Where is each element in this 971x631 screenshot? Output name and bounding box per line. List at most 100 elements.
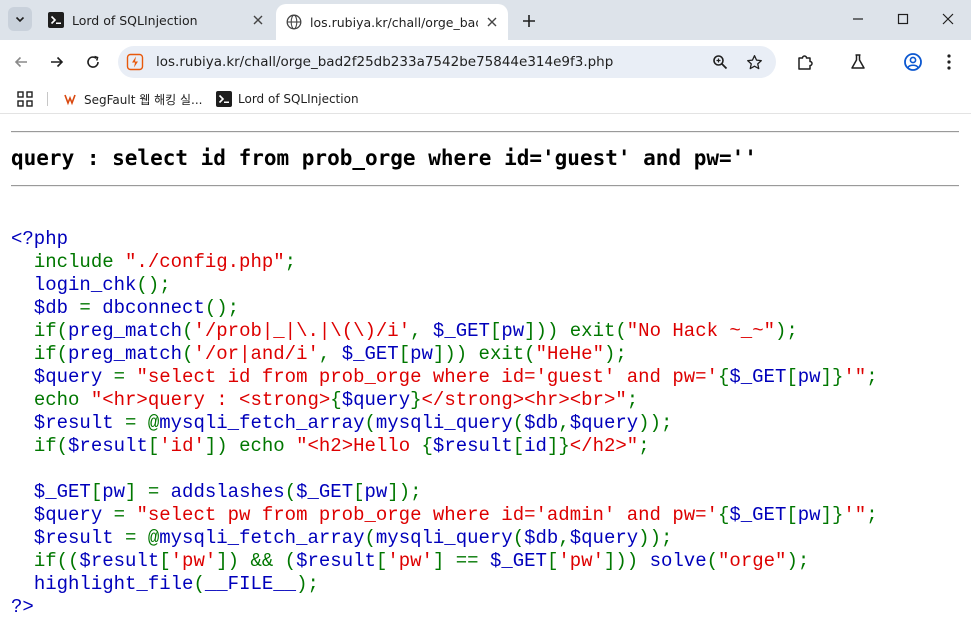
reload-button[interactable] [81, 50, 105, 74]
code-token: $db [524, 527, 559, 549]
url-text[interactable]: los.rubiya.kr/chall/orge_bad2f25db233a75… [156, 54, 613, 70]
code-token: [ [353, 481, 365, 503]
maximize-button[interactable] [881, 4, 925, 34]
code-token: ]) echo [204, 435, 297, 457]
code-token: ); [786, 550, 810, 572]
code-token: = @ [125, 412, 160, 434]
star-icon[interactable] [744, 52, 764, 72]
code-token: 'pw' [387, 550, 433, 572]
code-token: preg_match [68, 320, 183, 342]
code-line: include "./config.php"; [11, 251, 878, 274]
code-token: "<h2>Hello [296, 435, 422, 457]
kebab-menu-icon[interactable] [937, 50, 961, 74]
code-token: id [524, 435, 547, 457]
code-line: $db = dbconnect(); [11, 297, 878, 320]
code-token: = [113, 504, 137, 526]
code-token: )); [638, 412, 673, 434]
code-token: [ [147, 435, 160, 457]
code-token: $_GET [729, 366, 787, 388]
code-token: $result [11, 527, 126, 549]
code-token: ( [284, 481, 297, 503]
code-token: } [410, 389, 422, 411]
close-icon[interactable] [484, 14, 500, 30]
code-token: [ [786, 504, 798, 526]
code-token: , [558, 527, 570, 549]
code-token: preg_match [68, 343, 183, 365]
zoom-icon[interactable] [710, 52, 730, 72]
code-token: <?php [11, 228, 69, 250]
code-token: ( [182, 320, 194, 342]
code-token: if(( [33, 550, 80, 572]
bookmark-label: Lord of SQLInjection [238, 92, 359, 106]
reload-icon [87, 55, 99, 68]
back-button[interactable] [9, 50, 33, 74]
code-token: $result [79, 550, 160, 572]
code-token: ] == [432, 550, 490, 572]
address-bar[interactable]: los.rubiya.kr/chall/orge_bad2f25db233a75… [118, 46, 776, 78]
code-token: { [717, 366, 730, 388]
query-output: query : select id from prob_orge where i… [11, 146, 757, 170]
apps-grid-icon[interactable] [16, 90, 34, 108]
profile-icon[interactable] [901, 50, 925, 74]
code-token: $query [569, 412, 639, 434]
code-token: ); [296, 573, 319, 595]
close-icon[interactable] [250, 12, 266, 28]
code-token: [ [375, 550, 388, 572]
chevron-down-icon [15, 16, 25, 23]
code-token: $result [68, 435, 148, 457]
code-token: '/prob|_|\.|\(\)/i' [193, 320, 411, 342]
code-line: $result = @mysqli_fetch_array(mysqli_que… [11, 412, 878, 435]
code-token: "No Hack ~_~" [626, 320, 776, 342]
tab-lord-of-sqlinjection[interactable]: Lord of SQLInjection [36, 0, 274, 40]
code-token: "select id from prob_orge where id='gues… [136, 366, 718, 388]
code-line: if(($result['pw']) && ($result['pw'] == … [11, 550, 878, 573]
code-line: highlight_file(__FILE__); [11, 573, 878, 596]
puzzle-icon[interactable] [793, 50, 817, 74]
code-token: ; [638, 435, 650, 457]
code-token: "<hr>query : <strong> [90, 389, 331, 411]
code-token: solve [649, 550, 707, 572]
code-token: ] = [125, 481, 171, 503]
code-token: $query [11, 504, 114, 526]
code-token: [ [90, 481, 103, 503]
code-token: ]} [546, 435, 570, 457]
code-line: $query = "select id from prob_orge where… [11, 366, 878, 389]
code-token: pw [501, 320, 525, 342]
page-info-icon[interactable] [126, 53, 144, 71]
code-token: "HeHe" [535, 343, 604, 365]
code-line: $result = @mysqli_fetch_array(mysqli_que… [11, 527, 878, 550]
bookmark-segfault[interactable]: SegFault 웹 해킹 실... [62, 89, 202, 109]
minimize-button[interactable] [836, 4, 880, 34]
tab-orge-challenge[interactable]: los.rubiya.kr/chall/orge_bad2f2 [276, 4, 508, 40]
code-line [11, 458, 878, 481]
code-line: $_GET[pw] = addslashes($_GET[pw]); [11, 481, 878, 504]
close-window-button[interactable] [926, 4, 970, 34]
horizontal-rule [11, 185, 959, 187]
code-token: ( [364, 527, 376, 549]
page-content: query : select id from prob_orge where i… [0, 115, 971, 631]
code-token: </h2>" [569, 435, 639, 457]
code-token: ( [193, 573, 205, 595]
code-token: ( [512, 527, 525, 549]
bookmark-lord-of-sqlinjection[interactable]: Lord of SQLInjection [216, 89, 359, 109]
new-tab-button[interactable] [517, 9, 541, 33]
code-token: $query [11, 366, 114, 388]
code-token: addslashes [170, 481, 285, 503]
code-token: __FILE__ [204, 573, 297, 595]
forward-button[interactable] [45, 50, 69, 74]
flask-icon[interactable] [846, 50, 870, 74]
globe-icon [286, 14, 302, 30]
code-token: "select pw from prob_orge where id='admi… [136, 504, 718, 526]
code-token: $result [11, 412, 126, 434]
code-token: 'id' [159, 435, 205, 457]
code-token: [ [786, 366, 798, 388]
code-token: ])) exit( [432, 343, 536, 365]
code-token: ); [775, 320, 798, 342]
code-token: [ [159, 550, 171, 572]
close-icon [942, 13, 954, 25]
tab-search-button[interactable] [8, 7, 32, 31]
code-token: , [318, 343, 342, 365]
